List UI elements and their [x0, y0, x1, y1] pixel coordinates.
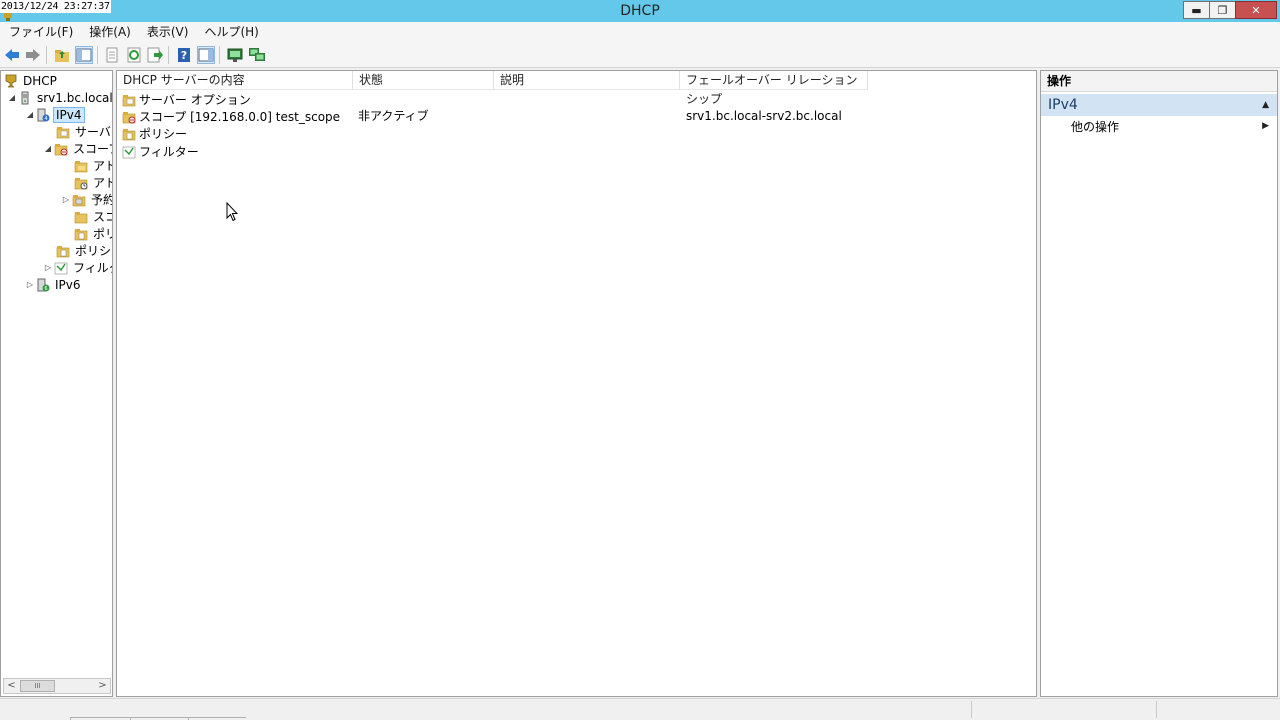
actions-header: 操作 [1041, 71, 1277, 92]
tree-node-server-options[interactable]: サーバー オプション [55, 123, 112, 140]
status-bar [0, 698, 1280, 720]
export-list-icon[interactable] [146, 46, 164, 64]
tree-node-dhcp[interactable]: DHCP [3, 72, 59, 89]
actions-pane: 操作 IPv4 ▲ 他の操作 ▶ [1040, 70, 1278, 697]
tree-node-scope-options[interactable]: スコープ オプション [73, 208, 112, 225]
policy-folder-icon [73, 226, 89, 242]
menu-bar: ファイル(F) 操作(A) 表示(V) ヘルプ(H) [0, 22, 1280, 42]
svg-text:?: ? [181, 49, 187, 62]
expander-icon[interactable]: ▷ [43, 263, 53, 272]
scroll-thumb[interactable]: III [20, 680, 55, 692]
scope-folder-icon [53, 141, 69, 157]
ipv4-icon: 4 [35, 107, 51, 123]
show-hide-action-pane-icon[interactable] [197, 46, 215, 64]
list-item-server-options[interactable]: サーバー オプション [121, 91, 251, 108]
expander-icon[interactable]: ◢ [43, 144, 53, 153]
expander-icon[interactable]: ▷ [61, 195, 71, 204]
column-header-failover[interactable]: フェールオーバー リレーションシップ [680, 71, 868, 106]
refresh-icon[interactable] [125, 46, 143, 64]
collapse-up-icon[interactable]: ▲ [1262, 94, 1269, 116]
mouse-cursor-icon [226, 202, 238, 222]
menu-view[interactable]: 表示(V) [138, 22, 196, 42]
filter-folder-icon [53, 260, 69, 276]
expander-icon[interactable]: ◢ [7, 93, 17, 102]
policy-folder-icon [121, 126, 137, 142]
folder-icon [73, 158, 89, 174]
tree-node-scope[interactable]: ◢ スコープ [192.168.0.0] test_scope [43, 140, 112, 157]
result-list[interactable]: DHCP サーバーの内容 状態 説明 フェールオーバー リレーションシップ サー… [116, 70, 1037, 697]
restore-button[interactable]: ❐ [1209, 1, 1236, 19]
scope-failover-cell: srv1.bc.local-srv2.bc.local [686, 109, 842, 123]
list-item-policies[interactable]: ポリシー [121, 125, 187, 142]
tree-horizontal-scrollbar[interactable]: < III > [3, 678, 111, 694]
tree-node-address-leases[interactable]: アドレスのリース [73, 174, 112, 191]
tree-node-server[interactable]: ◢ srv1.bc.local [7, 89, 112, 106]
tree-node-filters[interactable]: ▷ フィルター [43, 259, 112, 276]
actions-section-ipv4[interactable]: IPv4 ▲ [1041, 94, 1277, 116]
menu-file[interactable]: ファイル(F) [0, 22, 80, 42]
policy-folder-icon [55, 243, 71, 259]
submenu-arrow-icon: ▶ [1262, 121, 1269, 131]
scroll-right-icon[interactable]: > [95, 679, 110, 693]
column-header-name[interactable]: DHCP サーバーの内容 [117, 71, 353, 90]
scroll-left-icon[interactable]: < [4, 679, 19, 693]
tree-node-policies[interactable]: ポリシー [55, 242, 112, 259]
tree-node-scope-policies[interactable]: ポリシー [73, 225, 112, 242]
help-icon[interactable]: ? [175, 46, 193, 64]
folder-icon [73, 209, 89, 225]
dhcp-root-icon [3, 73, 19, 89]
filter-folder-icon [121, 144, 137, 160]
close-button[interactable]: ✕ [1235, 1, 1277, 19]
tree-node-reservations[interactable]: ▷ 予約 [61, 191, 112, 208]
tree-node-address-pool[interactable]: アドレス プール [73, 157, 112, 174]
reservation-folder-icon [71, 192, 87, 208]
back-arrow-icon[interactable] [3, 46, 21, 64]
properties-icon[interactable] [103, 46, 121, 64]
tree-node-ipv6[interactable]: ▷ 6 IPv6 [25, 276, 83, 293]
network-monitor-icon[interactable] [248, 46, 266, 64]
column-header-description[interactable]: 説明 [494, 71, 680, 90]
list-item-scope[interactable]: スコープ [192.168.0.0] test_scope [121, 108, 340, 125]
expander-icon[interactable]: ▷ [25, 280, 35, 289]
title-bar[interactable]: 2013/12/24 23:27:37 DHCP ▬ ❐ ✕ [0, 0, 1280, 22]
column-header-status[interactable]: 状態 [353, 71, 494, 90]
more-actions-item[interactable]: 他の操作 [1071, 119, 1119, 135]
svg-text:6: 6 [44, 286, 47, 292]
window-title: DHCP [620, 3, 660, 19]
svg-text:4: 4 [44, 116, 47, 122]
monitor-icon[interactable] [226, 46, 244, 64]
menu-action[interactable]: 操作(A) [80, 22, 138, 42]
forward-arrow-icon[interactable] [24, 46, 42, 64]
up-folder-icon[interactable] [53, 46, 71, 64]
menu-help[interactable]: ヘルプ(H) [195, 22, 265, 42]
minimize-button[interactable]: ▬ [1183, 1, 1210, 19]
status-bar-tabs [0, 716, 250, 720]
scope-folder-icon [121, 109, 137, 125]
show-hide-tree-icon[interactable] [75, 46, 93, 64]
folder-options-icon [121, 92, 137, 108]
folder-options-icon [55, 124, 71, 140]
lease-folder-icon [73, 175, 89, 191]
ipv6-icon: 6 [35, 277, 51, 293]
server-icon [17, 90, 33, 106]
scope-status-cell: 非アクティブ [358, 109, 429, 123]
expander-icon[interactable]: ◢ [25, 110, 35, 119]
tree-node-ipv4[interactable]: ◢ 4 IPv4 [25, 106, 85, 123]
console-tree[interactable]: DHCP ◢ srv1.bc.local ◢ 4 IPv4 サーバー オプション… [0, 70, 113, 697]
toolbar: ? [0, 42, 1280, 68]
list-item-filters[interactable]: フィルター [121, 143, 199, 160]
